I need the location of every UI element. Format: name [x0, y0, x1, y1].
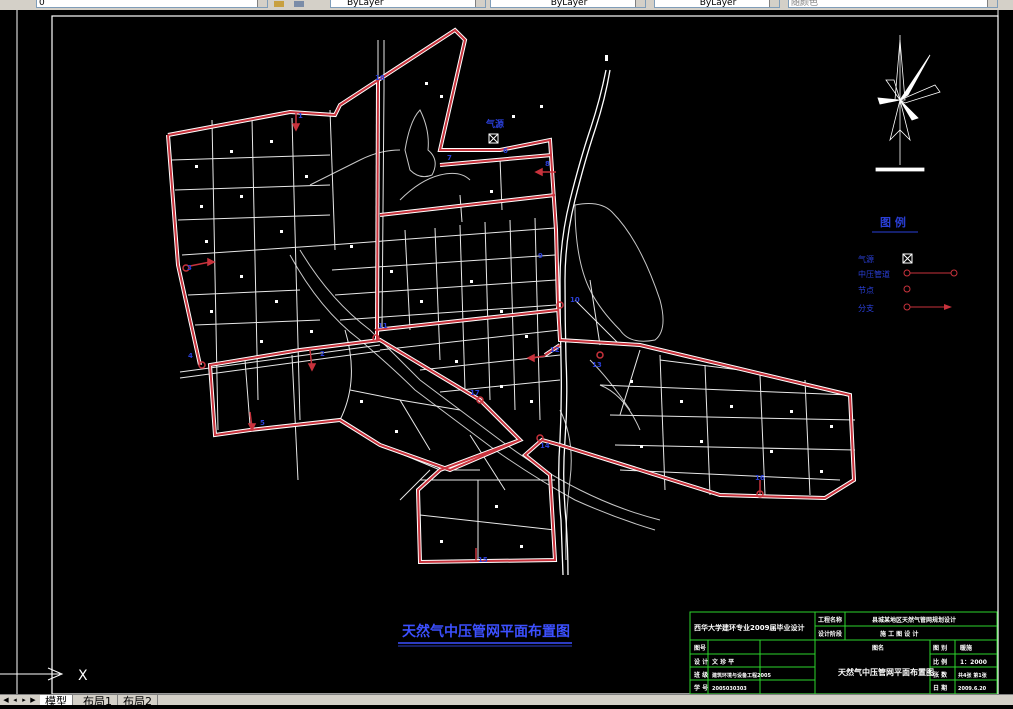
- legend-branch-icon: [903, 303, 911, 311]
- legend-title: 图 例: [880, 215, 906, 229]
- node-label: 12: [550, 346, 560, 354]
- title-block-row-label: 班 级: [694, 671, 708, 679]
- lineweight-control-value: ByLayer: [699, 0, 737, 8]
- title-block-project-label: 工程名称: [818, 616, 842, 624]
- title-block-right-value: 暖施: [960, 644, 972, 652]
- drawing-title: 天然气中压管网平面布置图: [398, 623, 572, 647]
- layout-tabs-bar: ◀ ◂ ▸ ▶ 模型 布局1 布局2: [0, 694, 1013, 708]
- title-block-right-label: 图 别: [933, 644, 947, 652]
- legend-item-node: 节点: [858, 286, 874, 295]
- node-label: 4: [188, 352, 193, 360]
- chevron-down-icon: [769, 0, 779, 7]
- node-label: 10: [570, 296, 580, 304]
- gas-source: 气源: [485, 118, 504, 144]
- node-label: 11: [378, 322, 388, 330]
- medium-pressure-pipeline: [166, 27, 857, 565]
- title-block-right-value: 1：2000: [960, 659, 987, 666]
- title-block-right-label: 张 数: [933, 671, 948, 679]
- node-label: 8: [545, 160, 550, 168]
- node-label: 15: [478, 556, 488, 564]
- title-block-stage-label: 设计阶段: [818, 630, 842, 638]
- first-tab-icon[interactable]: ◀: [2, 696, 10, 704]
- layer-dropdown[interactable]: 0: [36, 0, 268, 8]
- color-control-dropdown[interactable]: ByLayer: [330, 0, 486, 8]
- inner-frame: [51, 15, 999, 695]
- legend: 图 例 气源 中压管道 节点 分支: [858, 215, 958, 313]
- title-block-right-label: 比 例: [933, 658, 947, 666]
- title-block-project-name: 县城某地区天然气管网规划设计: [872, 616, 956, 624]
- linetype-control-dropdown[interactable]: ByLayer: [490, 0, 646, 8]
- title-block: 西华大学建环专业2009届毕业设计 工程名称 县城某地区天然气管网规划设计 设计…: [689, 611, 998, 695]
- color-control-value: ByLayer: [347, 0, 384, 8]
- prev-tab-icon[interactable]: ◂: [11, 696, 19, 704]
- title-block-row-label: 设 计: [694, 658, 708, 666]
- title-block-row-value: 建筑环境与设备工程2005: [711, 672, 771, 679]
- gas-source-label: 气源: [485, 118, 504, 130]
- legend-item-branch: 分支: [858, 303, 874, 313]
- title-block-right-value: 2009.6.20: [958, 686, 987, 692]
- node-label: 2: [320, 350, 325, 358]
- legend-pipe-node-icon: [903, 269, 911, 277]
- chevron-down-icon: [987, 0, 997, 7]
- node-label: 1: [298, 112, 303, 120]
- node-label: 14: [540, 442, 550, 450]
- title-block-right-label: 日 期: [933, 684, 947, 692]
- node-label: 9: [538, 252, 543, 260]
- node-label: 17: [470, 389, 480, 397]
- title-block-right-value: 共4张 第1张: [958, 672, 988, 679]
- title-block-row-label: 图号: [694, 644, 706, 652]
- drawing-canvas[interactable]: 1 2 3 4 5 6 7 8 9 10 11 12 13 14 15 16 1…: [0, 10, 1013, 695]
- layer-previous-button[interactable]: [292, 0, 306, 9]
- plotstyle-control-value: 随颜色: [791, 0, 819, 8]
- node-label: 7: [447, 154, 452, 162]
- plotstyle-control-dropdown[interactable]: 随颜色: [788, 0, 998, 8]
- title-block-row-value: 2005030303: [712, 686, 747, 692]
- layer-dropdown-value: 0: [39, 0, 45, 8]
- branch-arrows: [189, 112, 761, 562]
- chevron-down-icon: [635, 0, 645, 7]
- legend-item-gas-source: 气源: [858, 254, 874, 264]
- title-block-row-label: 学 号: [694, 684, 708, 692]
- ucs-x-label: X: [78, 668, 88, 684]
- make-layer-current-button[interactable]: [272, 0, 286, 9]
- node-label: 3: [187, 264, 192, 272]
- chevron-down-icon: [257, 0, 267, 7]
- node-label: 5: [260, 419, 265, 427]
- railway: [558, 69, 611, 576]
- lineweight-control-dropdown[interactable]: ByLayer: [654, 0, 780, 8]
- ucs-icon: X: [0, 667, 88, 684]
- legend-node-icon: [903, 285, 911, 293]
- building-markers: [195, 55, 833, 548]
- node-label: 13: [592, 361, 602, 369]
- node-label: 6: [503, 147, 508, 155]
- title-block-stage: 施 工 图 设 计: [880, 630, 918, 638]
- drawing-title-text: 天然气中压管网平面布置图: [402, 623, 570, 640]
- node-label: 16: [755, 474, 765, 482]
- title-block-drawing-name: 天然气中压管网平面布置图: [838, 667, 934, 677]
- title-block-row-value: 文 珍 平: [711, 658, 734, 666]
- next-tab-icon[interactable]: ▸: [20, 696, 28, 704]
- node-label: 18: [375, 74, 385, 82]
- title-block-count-label: 图名: [872, 644, 884, 652]
- last-tab-icon[interactable]: ▶: [29, 696, 37, 704]
- linetype-control-value: ByLayer: [550, 0, 588, 8]
- legend-item-pipe: 中压管道: [858, 269, 890, 279]
- title-block-university: 西华大学建环专业2009届毕业设计: [694, 623, 804, 632]
- north-arrow-icon: [875, 35, 941, 172]
- chevron-down-icon: [475, 0, 485, 7]
